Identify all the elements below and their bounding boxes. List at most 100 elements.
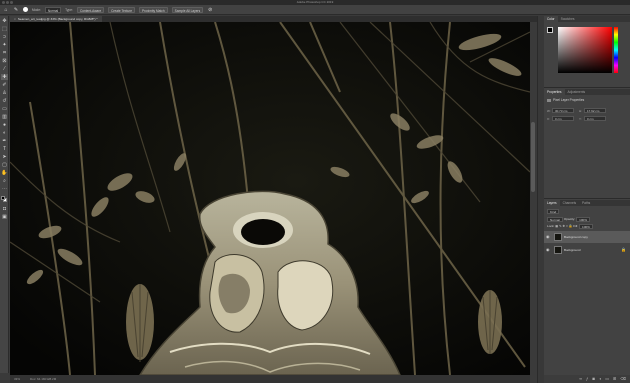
frame-tool-icon[interactable]: ⊠ — [1, 58, 8, 64]
home-icon[interactable]: ⌂ — [3, 7, 9, 13]
quick-mask-icon[interactable]: ◘ — [1, 206, 8, 212]
canvas-vertical-scrollbar[interactable] — [530, 22, 536, 375]
visibility-eye-icon[interactable]: ◉ — [546, 244, 550, 256]
document-canvas[interactable] — [10, 22, 530, 375]
foreground-color-chip[interactable] — [547, 27, 553, 33]
document-tab-title: Seamen_art_teatjpg @ 33% (Background cop… — [17, 17, 98, 21]
status-bar: 33% Doc: 64.1M/128.2M — [10, 375, 530, 383]
history-brush-tool-icon[interactable]: ↺ — [1, 98, 8, 104]
tab-layers[interactable]: Layers — [544, 200, 560, 206]
layers-panel: Layers Channels Paths Kind Normal Opacit… — [544, 200, 630, 383]
tab-paths[interactable]: Paths — [579, 200, 593, 206]
layer-thumbnail — [554, 246, 562, 254]
add-mask-icon[interactable]: ◙ — [592, 375, 594, 383]
color-picker-field[interactable] — [558, 27, 612, 73]
new-layer-icon[interactable]: ⊞ — [613, 375, 616, 383]
color-panel-tabs: Color Swatches — [544, 16, 630, 22]
height-label: H: — [579, 109, 582, 113]
type-proximity-match-button[interactable]: Proximity Match — [139, 6, 168, 13]
type-tool-icon[interactable]: T — [1, 146, 8, 152]
layer-thumbnail — [554, 233, 562, 241]
brush-size-picker[interactable] — [23, 7, 28, 12]
mode-select[interactable]: Normal — [44, 6, 62, 13]
artwork-image — [10, 22, 530, 375]
tab-color[interactable]: Color — [544, 16, 558, 22]
y-label: Y: — [579, 117, 582, 121]
properties-subtitle-text: Pixel Layer Properties — [553, 98, 585, 102]
options-bar: ⌂ ✎ Mode: Normal Type: Content-Aware Cre… — [0, 5, 630, 15]
move-tool-icon[interactable]: ✥ — [1, 18, 8, 24]
fill-field[interactable]: 100% — [578, 223, 593, 229]
lock-icons[interactable]: ▦ ✎ ✥ ⌗ 🔒 — [555, 224, 572, 228]
layer-style-icon[interactable]: ƒ — [586, 375, 588, 383]
gradient-tool-icon[interactable]: ▥ — [1, 114, 8, 120]
foreground-color-swatch[interactable] — [1, 196, 5, 200]
more-tools-icon[interactable]: ⋯ — [1, 186, 8, 192]
brush-tool-icon[interactable]: ✐ — [1, 82, 8, 88]
close-tab-icon[interactable]: × — [14, 17, 16, 21]
tab-swatches[interactable]: Swatches — [558, 16, 578, 22]
lasso-tool-icon[interactable]: ↄ — [1, 34, 8, 40]
layer-row[interactable]: ◉ Background copy — [544, 231, 630, 243]
clone-stamp-tool-icon[interactable]: ♙ — [1, 90, 8, 96]
doc-info-readout[interactable]: Doc: 64.1M/128.2M — [30, 375, 56, 383]
visibility-eye-icon[interactable]: ◉ — [546, 231, 550, 243]
link-layers-icon[interactable]: ∞ — [579, 375, 582, 383]
photoshop-window: Adobe Photoshop CC 2019 ⌂ ✎ Mode: Normal… — [0, 0, 630, 383]
type-label: Type: — [65, 7, 73, 12]
type-content-aware-button[interactable]: Content-Aware — [76, 6, 105, 13]
collapsed-panel-dock — [537, 16, 544, 383]
quick-select-tool-icon[interactable]: ✦ — [1, 42, 8, 48]
hand-tool-icon[interactable]: ✋ — [1, 170, 8, 176]
y-field[interactable]: 0 cm — [584, 116, 606, 121]
tools-panel: ✥ ⬚ ↄ ✦ ⌗ ⊠ ⁄ ✚ ✐ ♙ ↺ ▭ ▥ ● ◐ ✒ T ➤ ▢ ✋ … — [0, 16, 9, 373]
crop-tool-icon[interactable]: ⌗ — [1, 50, 8, 56]
layer-name: Background copy — [564, 235, 588, 239]
tab-channels[interactable]: Channels — [560, 200, 579, 206]
shape-tool-icon[interactable]: ▢ — [1, 162, 8, 168]
tab-adjustments[interactable]: Adjustments — [565, 89, 589, 95]
lock-row: Lock: ▦ ✎ ✥ ⌗ 🔒 Fill: 100% — [547, 223, 593, 229]
pressure-icon[interactable]: ⊘ — [207, 7, 213, 13]
sample-all-layers-checkbox[interactable]: Sample All Layers — [171, 6, 204, 13]
width-label: W: — [547, 109, 551, 113]
eraser-tool-icon[interactable]: ▭ — [1, 106, 8, 112]
layers-footer: ∞ ƒ ◙ ◑ ▭ ⊞ ⌫ — [544, 375, 630, 383]
eyedropper-tool-icon[interactable]: ⁄ — [1, 66, 8, 72]
lock-label: Lock: — [547, 224, 555, 228]
properties-panel: Properties Adjustments Pixel Layer Prope… — [544, 89, 630, 199]
type-create-texture-button[interactable]: Create Texture — [108, 6, 135, 13]
tab-properties[interactable]: Properties — [544, 89, 565, 95]
scrollbar-thumb[interactable] — [531, 122, 535, 192]
x-field[interactable]: 0 cm — [552, 116, 574, 121]
color-panel: Color Swatches — [544, 16, 630, 88]
height-field[interactable]: 17.92 cm — [584, 108, 606, 113]
screen-mode-icon[interactable]: ▣ — [1, 214, 8, 220]
spot-healing-brush-icon[interactable]: ✎ — [13, 7, 19, 13]
blend-row: Normal Opacity: 100% — [547, 216, 591, 222]
blur-tool-icon[interactable]: ● — [1, 122, 8, 128]
opacity-label: Opacity: — [563, 217, 576, 221]
healing-brush-tool-icon[interactable]: ✚ — [1, 74, 8, 80]
properties-subtitle: Pixel Layer Properties — [547, 98, 584, 102]
width-field[interactable]: 30.73 cm — [552, 108, 574, 113]
zoom-readout[interactable]: 33% — [14, 375, 20, 383]
blend-mode-select[interactable]: Normal — [547, 216, 563, 222]
zoom-tool-icon[interactable]: ⌕ — [1, 178, 8, 184]
layer-row[interactable]: ◉ Background 🔒 — [544, 244, 630, 256]
pen-tool-icon[interactable]: ✒ — [1, 138, 8, 144]
delete-layer-icon[interactable]: ⌫ — [620, 375, 626, 383]
mode-label: Mode: — [32, 7, 41, 12]
opacity-field[interactable]: 100% — [576, 216, 591, 222]
properties-panel-tabs: Properties Adjustments — [544, 89, 630, 95]
hue-slider[interactable] — [614, 27, 618, 73]
dodge-tool-icon[interactable]: ◐ — [1, 130, 8, 136]
path-select-tool-icon[interactable]: ➤ — [1, 154, 8, 160]
layer-name: Background — [564, 248, 581, 252]
pixel-layer-icon — [547, 98, 551, 102]
new-group-icon[interactable]: ▭ — [605, 375, 609, 383]
marquee-tool-icon[interactable]: ⬚ — [1, 26, 8, 32]
fill-label: Fill: — [573, 224, 579, 228]
adjustment-layer-icon[interactable]: ◑ — [599, 375, 601, 383]
layer-filter-select[interactable]: Kind — [547, 208, 560, 214]
